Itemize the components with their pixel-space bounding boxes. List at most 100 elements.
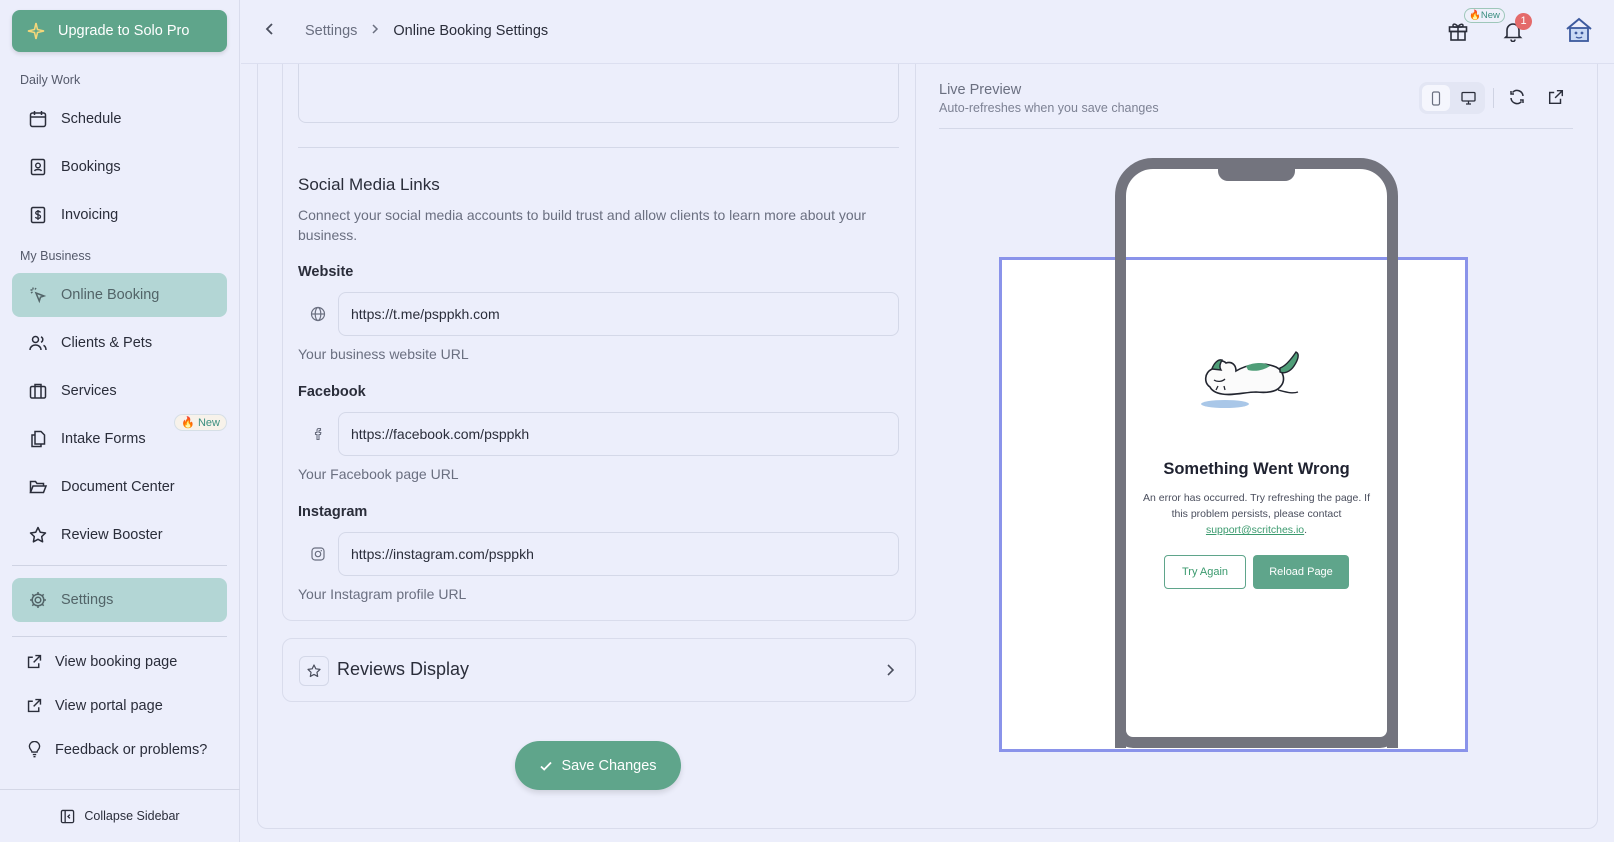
check-icon: [540, 761, 553, 771]
star-icon: [299, 656, 329, 686]
view-portal-page-link[interactable]: View portal page: [26, 697, 163, 714]
invoice-dollar-icon: [30, 206, 46, 224]
facebook-hint: Your Facebook page URL: [298, 466, 459, 482]
sidebar-item-clients-pets[interactable]: Clients & Pets: [12, 321, 227, 365]
breadcrumb: Settings Online Booking Settings: [265, 22, 548, 40]
breadcrumb-separator-icon: [371, 23, 379, 39]
reload-page-button[interactable]: Reload Page: [1253, 555, 1349, 589]
instagram-icon: [311, 547, 325, 561]
sidebar-item-label: Services: [61, 383, 117, 399]
phone-frame-side: [1387, 257, 1398, 748]
smartphone-icon: [1431, 90, 1441, 106]
new-badge: 🔥 New: [174, 414, 227, 431]
sidebar-item-label: Schedule: [61, 111, 122, 127]
facebook-icon: [314, 427, 322, 441]
breadcrumb-settings[interactable]: Settings: [305, 23, 357, 39]
website-input[interactable]: https://t.me/psppkh.com: [338, 292, 899, 336]
users-icon: [29, 335, 47, 351]
sidebar-item-online-booking[interactable]: Online Booking: [12, 273, 227, 317]
save-changes-button[interactable]: Save Changes: [515, 741, 681, 790]
cursor-click-icon: [30, 287, 47, 304]
phone-notch: [1218, 161, 1295, 181]
gift-icon[interactable]: [1447, 20, 1469, 42]
reviews-display-section[interactable]: Reviews Display: [282, 638, 916, 702]
facebook-input[interactable]: https://facebook.com/psppkh: [338, 412, 899, 456]
phone-frame-bottom: [1115, 730, 1398, 748]
website-label: Website: [298, 264, 354, 280]
sidebar-item-label: Settings: [61, 592, 114, 608]
sidebar-item-schedule[interactable]: Schedule: [12, 97, 227, 141]
sidebar-item-label: Intake Forms: [61, 431, 146, 447]
error-title: Something Went Wrong: [1163, 460, 1350, 478]
sidebar-item-bookings[interactable]: Bookings: [12, 145, 227, 189]
folder-open-icon: [29, 480, 48, 494]
sidebar-item-label: Invoicing: [61, 207, 119, 223]
sidebar-divider: [12, 565, 227, 566]
live-preview-subtitle: Auto-refreshes when you save changes: [939, 101, 1159, 115]
sidebar-item-label: Review Booster: [61, 527, 163, 543]
sidebar-item-invoicing[interactable]: Invoicing: [12, 193, 227, 237]
sidebar-item-label: Clients & Pets: [61, 335, 153, 351]
files-icon: [31, 430, 46, 448]
gear-icon: [30, 592, 46, 608]
back-chevron-icon[interactable]: [265, 22, 275, 40]
website-hint: Your business website URL: [298, 346, 469, 362]
instagram-hint: Your Instagram profile URL: [298, 586, 467, 602]
error-message-text: An error has occurred. Try refreshing th…: [1142, 492, 1371, 520]
home-logo-icon[interactable]: [1564, 16, 1594, 44]
star-icon: [29, 526, 47, 543]
open-external-icon[interactable]: [1547, 88, 1565, 106]
phone-frame-side: [1115, 257, 1126, 748]
sleeping-cat-illustration: [1201, 351, 1299, 408]
gift-new-badge: 🔥New: [1464, 8, 1505, 23]
mobile-view-button[interactable]: [1422, 85, 1450, 111]
briefcase-icon: [29, 383, 47, 399]
link-label: View portal page: [55, 697, 163, 714]
section-divider: [298, 147, 899, 148]
sidebar-collapse-icon: [61, 809, 75, 823]
globe-icon: [310, 306, 326, 322]
sidebar: Upgrade to Solo Pro Daily Work Schedule …: [0, 0, 240, 842]
preview-divider: [939, 128, 1573, 129]
social-section-description: Connect your social media accounts to bu…: [298, 207, 867, 243]
sidebar-item-label: Document Center: [61, 479, 175, 495]
section-my-business: My Business: [20, 249, 91, 263]
social-section-title: Social Media Links: [298, 175, 440, 194]
description-textarea[interactable]: [298, 64, 899, 123]
live-preview-title: Live Preview: [939, 82, 1022, 98]
external-link-icon: [27, 698, 42, 713]
sidebar-item-review-booster[interactable]: Review Booster: [12, 513, 227, 557]
refresh-icon[interactable]: [1508, 88, 1526, 106]
instagram-input[interactable]: https://instagram.com/psppkh: [338, 532, 899, 576]
instagram-label: Instagram: [298, 504, 368, 520]
calendar-icon: [29, 111, 47, 128]
collapse-label: Collapse Sidebar: [84, 809, 180, 823]
notification-count-badge: 1: [1515, 13, 1532, 30]
sidebar-item-services[interactable]: Services: [12, 369, 227, 413]
monitor-icon: [1460, 91, 1476, 105]
section-daily-work: Daily Work: [20, 73, 81, 87]
device-toggle: [1419, 82, 1485, 114]
sidebar-item-label: Online Booking: [61, 287, 160, 303]
collapse-sidebar-button[interactable]: Collapse Sidebar: [0, 789, 240, 842]
toolbar-separator: [1493, 88, 1494, 108]
sidebar-item-settings[interactable]: Settings: [12, 578, 227, 622]
error-period: .: [1304, 524, 1308, 536]
feedback-link[interactable]: Feedback or problems?: [26, 741, 207, 758]
upgrade-button[interactable]: Upgrade to Solo Pro: [12, 10, 227, 52]
link-label: View booking page: [55, 653, 178, 670]
lightbulb-icon: [28, 741, 41, 758]
upgrade-label: Upgrade to Solo Pro: [58, 23, 190, 39]
sidebar-item-label: Bookings: [61, 159, 121, 175]
reviews-display-title: Reviews Display: [337, 659, 470, 679]
sidebar-item-document-center[interactable]: Document Center: [12, 465, 227, 509]
try-again-button[interactable]: Try Again: [1164, 555, 1246, 589]
desktop-view-button[interactable]: [1454, 85, 1482, 111]
link-label: Feedback or problems?: [55, 741, 208, 758]
view-booking-page-link[interactable]: View booking page: [26, 653, 177, 670]
support-email-link[interactable]: support@scritches.io: [1206, 524, 1304, 536]
external-link-icon: [27, 654, 42, 669]
sidebar-item-intake-forms[interactable]: Intake Forms 🔥 New: [12, 414, 227, 461]
sparkle-icon: [27, 22, 45, 40]
breadcrumb-current: Online Booking Settings: [393, 23, 549, 39]
